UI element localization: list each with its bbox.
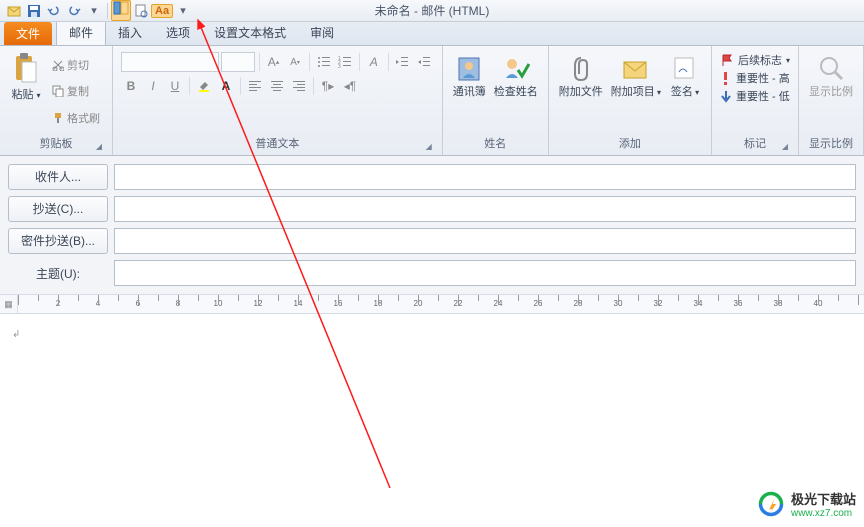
tags-dialog-icon[interactable]: ◢ — [780, 142, 790, 152]
cc-button[interactable]: 抄送(C)... — [8, 196, 108, 222]
format-painter-button[interactable]: 格式刷 — [50, 109, 102, 127]
watermark-name: 极光下载站 — [791, 489, 856, 508]
save-icon[interactable] — [25, 2, 43, 20]
tags-group-label: 标记 — [744, 138, 766, 150]
horizontal-ruler[interactable]: 246810121416182022242628303234363840 — [18, 295, 864, 313]
clipboard-group-label: 剪贴板 — [40, 138, 73, 150]
scissors-icon — [52, 59, 64, 71]
attach-file-button[interactable]: 附加文件 — [555, 50, 607, 133]
ruler-corner-icon[interactable]: ▦ — [0, 295, 18, 313]
align-center-icon[interactable] — [267, 76, 287, 96]
qat-dropdown-icon[interactable]: ▾ — [85, 2, 103, 20]
redo-icon[interactable] — [65, 2, 83, 20]
increase-indent-icon[interactable] — [414, 52, 434, 72]
align-left-icon[interactable] — [245, 76, 265, 96]
cc-input[interactable] — [114, 196, 856, 222]
bcc-input[interactable] — [114, 228, 856, 254]
group-tags: 后续标志▾ 重要性 - 高 重要性 - 低 标记 ◢ — [712, 46, 799, 155]
quick-access-toolbar: ▾ Aa ▾ 未命名 - 邮件 (HTML) — [0, 0, 864, 22]
magnifier-icon — [815, 52, 847, 84]
down-arrow-icon — [720, 89, 732, 103]
paragraph-mark-icon: ↲ — [12, 329, 20, 340]
bcc-button[interactable]: 密件抄送(B)... — [8, 228, 108, 254]
to-input[interactable] — [114, 164, 856, 190]
qat-customize-icon[interactable]: ▾ — [174, 2, 192, 20]
tab-insert[interactable]: 插入 — [106, 20, 154, 45]
qat-custom1-icon[interactable] — [111, 0, 131, 21]
decrease-indent-icon[interactable] — [393, 52, 413, 72]
names-group-label: 姓名 — [449, 133, 542, 155]
signature-button[interactable]: 签名 ▾ — [665, 50, 705, 133]
undo-icon[interactable] — [45, 2, 63, 20]
grow-font-icon[interactable]: A▴ — [264, 52, 284, 72]
copy-icon — [52, 85, 64, 97]
addressbook-button[interactable]: 通讯簿 — [449, 50, 490, 133]
ribbon-tabs: 文件 邮件 插入 选项 设置文本格式 审阅 — [0, 22, 864, 46]
tab-file[interactable]: 文件 — [4, 22, 52, 45]
tab-mail[interactable]: 邮件 — [56, 19, 106, 45]
tab-options[interactable]: 选项 — [154, 20, 202, 45]
subject-input[interactable] — [114, 260, 856, 286]
font-name-combo[interactable] — [121, 52, 219, 72]
group-names: 通讯簿 检查姓名 姓名 — [443, 46, 549, 155]
bold-button[interactable]: B — [121, 76, 141, 96]
group-clipboard: 粘贴 ▾ 剪切 复制 格式刷 剪贴板 ◢ — [0, 46, 113, 155]
to-button[interactable]: 收件人... — [8, 164, 108, 190]
watermark: 极光下载站 www.xz7.com — [757, 489, 856, 519]
ribbon: 粘贴 ▾ 剪切 复制 格式刷 剪贴板 ◢ A▴ A▾ 123 A — [0, 46, 864, 156]
group-basic-text: A▴ A▾ 123 A B I U A — [113, 46, 443, 155]
highlight-icon[interactable] — [194, 76, 214, 96]
followup-button[interactable]: 后续标志▾ — [720, 52, 790, 68]
rtl-icon[interactable]: ◂¶ — [340, 76, 360, 96]
attach-item-button[interactable]: 附加项目 ▾ — [607, 50, 665, 133]
window-title: 未命名 - 邮件 (HTML) — [375, 2, 490, 19]
brush-icon — [52, 112, 64, 124]
watermark-logo-icon — [757, 490, 785, 518]
svg-text:3: 3 — [338, 64, 341, 68]
underline-button[interactable]: U — [165, 76, 185, 96]
subject-label: 主题(U): — [8, 265, 108, 282]
signature-icon — [669, 52, 701, 84]
ruler-area: ▦ 246810121416182022242628303234363840 — [0, 295, 864, 314]
check-names-button[interactable]: 检查姓名 — [490, 50, 542, 133]
watermark-url: www.xz7.com — [791, 508, 856, 519]
importance-high-button[interactable]: 重要性 - 高 — [720, 70, 790, 86]
print-preview-icon[interactable] — [132, 2, 150, 20]
align-right-icon[interactable] — [289, 76, 309, 96]
group-zoom: 显示比例 显示比例 — [799, 46, 864, 155]
paste-label: 粘贴 — [11, 89, 33, 101]
clear-format-icon[interactable]: A — [364, 52, 384, 72]
check-names-icon — [500, 52, 532, 84]
include-group-label: 添加 — [555, 133, 705, 155]
send-icon[interactable] — [5, 2, 23, 20]
cut-button[interactable]: 剪切 — [50, 56, 102, 74]
recipient-area: 收件人... 抄送(C)... 密件抄送(B)... 主题(U): — [0, 156, 864, 295]
font-dialog-icon[interactable]: ◢ — [424, 142, 434, 152]
paperclip-icon — [565, 52, 597, 84]
numbering-icon[interactable]: 123 — [335, 52, 355, 72]
tab-review[interactable]: 审阅 — [298, 20, 346, 45]
bullets-icon[interactable] — [314, 52, 334, 72]
exclamation-icon — [720, 71, 732, 85]
ltr-icon[interactable]: ¶▸ — [318, 76, 338, 96]
attach-item-icon — [620, 52, 652, 84]
copy-button[interactable]: 复制 — [50, 82, 102, 100]
shrink-font-icon[interactable]: A▾ — [285, 52, 305, 72]
clipboard-dialog-icon[interactable]: ◢ — [94, 142, 104, 152]
addressbook-icon — [453, 52, 485, 84]
font-color-icon[interactable]: A — [216, 76, 236, 96]
flag-icon — [720, 53, 734, 67]
font-size-combo[interactable] — [221, 52, 255, 72]
zoom-button[interactable]: 显示比例 — [805, 50, 857, 133]
zoom-group-label: 显示比例 — [805, 133, 857, 155]
group-include: 附加文件 附加项目 ▾ 签名 ▾ 添加 — [549, 46, 712, 155]
paste-button[interactable]: 粘贴 ▾ — [6, 50, 46, 133]
italic-button[interactable]: I — [143, 76, 163, 96]
basic-text-group-label: 普通文本 — [255, 138, 299, 150]
qat-font-aa-icon[interactable]: Aa — [151, 4, 173, 18]
paste-icon — [10, 52, 42, 84]
importance-low-button[interactable]: 重要性 - 低 — [720, 88, 790, 104]
message-body[interactable]: ↲ — [0, 314, 864, 524]
tab-format[interactable]: 设置文本格式 — [202, 20, 298, 45]
